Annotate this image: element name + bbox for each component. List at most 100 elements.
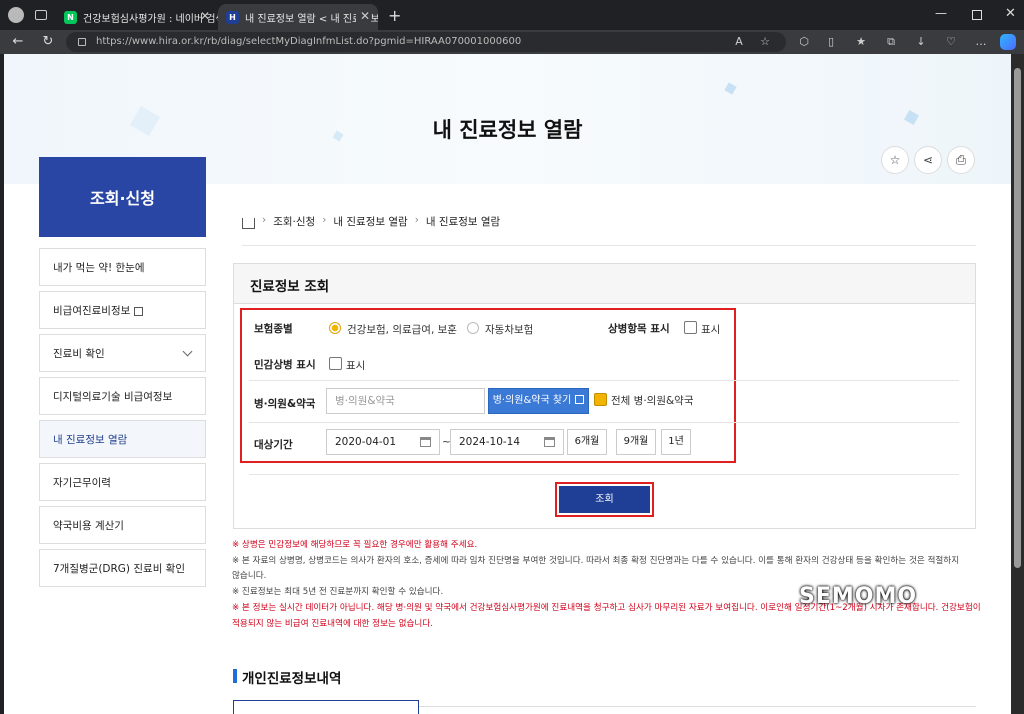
- minimize-icon[interactable]: —: [935, 6, 947, 20]
- period-label: 대상기간: [254, 439, 293, 451]
- sidebar-item-label: 진료비 확인: [53, 347, 105, 360]
- sidebar-item-work-history[interactable]: 자기근무이력: [39, 463, 206, 501]
- calendar-icon[interactable]: [420, 437, 431, 447]
- tab-label: 건강보험심사평가원 : 네이버 검색: [83, 13, 218, 25]
- sidebar-item-my-medicine[interactable]: 내가 먹는 약! 한눈에: [39, 248, 206, 286]
- profile-avatar[interactable]: [8, 7, 24, 23]
- new-tab-icon[interactable]: +: [388, 6, 401, 25]
- sensitive-display-text[interactable]: 표시: [346, 358, 365, 373]
- sensitive-disease-label: 민감상병 표시: [254, 359, 316, 371]
- hospital-search-label: 병·의원&약국 찾기: [492, 395, 572, 406]
- new-window-icon: [134, 306, 144, 316]
- sidebar-item-medical-fee[interactable]: 진료비 확인: [39, 334, 206, 372]
- menu-more-icon[interactable]: …: [972, 33, 990, 51]
- disease-display-checkbox[interactable]: [684, 321, 697, 334]
- breadcrumb-item[interactable]: 내 진료정보 열람: [426, 214, 500, 229]
- url-field[interactable]: https://www.hira.or.kr/rb/diag/selectMyD…: [66, 32, 786, 52]
- reload-icon[interactable]: ↻: [39, 33, 57, 51]
- sidebar-item-label: 디지털의료기술 비급여정보: [53, 390, 173, 403]
- url-text: https://www.hira.or.kr/rb/diag/selectMyD…: [96, 36, 522, 47]
- favorite-star-icon[interactable]: ☆: [756, 33, 774, 51]
- insurance-radio-auto[interactable]: [467, 322, 479, 334]
- form-divider: [249, 380, 959, 381]
- sidebar-header: 조회·신청: [39, 157, 206, 237]
- lock-icon: [78, 38, 86, 46]
- sidebar-header-text: 조회·신청: [90, 189, 155, 208]
- scrollbar-thumb[interactable]: [1014, 68, 1021, 568]
- copilot-icon[interactable]: [1000, 34, 1016, 50]
- results-tab-active[interactable]: [233, 700, 419, 714]
- sensitive-disease-checkbox[interactable]: [329, 357, 342, 370]
- back-icon[interactable]: ←: [9, 33, 27, 51]
- sidebar-item-label: 내가 먹는 약! 한눈에: [53, 261, 145, 274]
- insurance-radio-health[interactable]: [329, 322, 341, 334]
- results-tab-line: [419, 706, 976, 707]
- split-screen-icon[interactable]: ▯: [822, 33, 840, 51]
- query-panel-header: [234, 264, 975, 304]
- address-bar-row: ← ↻ https://www.hira.or.kr/rb/diag/selec…: [0, 30, 1024, 54]
- read-aloud-icon[interactable]: A: [730, 33, 748, 51]
- page-viewport: 내 진료정보 열람 ☆ ⋖ ⎙ 조회·신청 내가 먹는 약! 한눈에 비급여진료…: [4, 54, 1011, 714]
- home-icon[interactable]: [242, 218, 255, 229]
- extensions-icon[interactable]: ⬡: [795, 33, 813, 51]
- section-title: 진료정보 조회: [250, 279, 330, 295]
- browser-tab-bar: N 건강보험심사평가원 : 네이버 검색 ✕ H 내 진료정보 열람 < 내 진…: [0, 0, 1024, 30]
- sidebar-item-digital-tech[interactable]: 디지털의료기술 비급여정보: [39, 377, 206, 415]
- period-6-months-button[interactable]: 6개월: [567, 429, 607, 455]
- naver-favicon-icon: N: [64, 10, 77, 24]
- sidebar-item-my-records[interactable]: 내 진료정보 열람: [39, 420, 206, 458]
- print-button[interactable]: ⎙: [947, 146, 975, 174]
- favorites-icon[interactable]: ★: [852, 33, 870, 51]
- tab-hira-diag[interactable]: H 내 진료정보 열람 < 내 진료정보 열람 ✕: [218, 4, 378, 30]
- close-tab-icon[interactable]: ✕: [355, 9, 370, 23]
- period-9-months-button[interactable]: 9개월: [616, 429, 656, 455]
- form-divider: [249, 422, 959, 423]
- sidebar-item-pharmacy-calc[interactable]: 약국비용 계산기: [39, 506, 206, 544]
- sidebar-item-label: 비급여진료비정보: [53, 304, 131, 317]
- insurance-option-auto-label[interactable]: 자동차보험: [485, 322, 533, 337]
- chevron-down-icon: [182, 346, 193, 357]
- maximize-icon[interactable]: [972, 10, 982, 20]
- close-tab-icon[interactable]: ✕: [200, 9, 210, 23]
- insurance-type-label: 보험종별: [254, 323, 293, 335]
- vertical-scrollbar[interactable]: [1011, 54, 1024, 714]
- form-divider: [249, 474, 959, 475]
- note-diagnosis-cont: 않습니다.: [232, 571, 267, 581]
- page-title: 내 진료정보 열람: [432, 118, 583, 142]
- note-sensitive: ※ 상병은 민감정보에 해당하므로 꼭 필요한 경우에만 활용해 주세요.: [232, 540, 478, 550]
- note-diagnosis: ※ 본 자료의 상병명, 상병코드는 의사가 환자의 호소, 증세에 따라 임차…: [232, 556, 960, 566]
- calendar-icon[interactable]: [544, 437, 555, 447]
- tab-naver-search[interactable]: N 건강보험심사평가원 : 네이버 검색 ✕: [56, 4, 218, 30]
- tab-actions-icon[interactable]: [35, 10, 47, 20]
- sidebar-item-label: 자기근무이력: [53, 476, 111, 489]
- period-1-year-button[interactable]: 1년: [661, 429, 691, 455]
- sidebar-item-label: 내 진료정보 열람: [53, 433, 128, 446]
- breadcrumb: › 조회·신청 › 내 진료정보 열람 › 내 진료정보 열람: [242, 214, 976, 246]
- new-window-icon: [575, 395, 585, 404]
- hospital-search-button[interactable]: 병·의원&약국 찾기: [488, 388, 589, 414]
- downloads-icon[interactable]: ↓: [912, 33, 930, 51]
- disease-display-text[interactable]: 표시: [701, 322, 720, 337]
- hospital-label: 병·의원&약국: [254, 398, 316, 410]
- sidebar-item-drg[interactable]: 7개질병군(DRG) 진료비 확인: [39, 549, 206, 587]
- favorite-star-button[interactable]: ☆: [881, 146, 909, 174]
- share-button[interactable]: ⋖: [914, 146, 942, 174]
- breadcrumb-item[interactable]: 조회·신청: [273, 214, 315, 229]
- note-realtime-cont: 적용되지 않는 비급여 진료내역에 대한 정보는 없습니다.: [232, 619, 433, 629]
- breadcrumb-item[interactable]: 내 진료정보 열람: [333, 214, 407, 229]
- deco-hexagon: [724, 82, 737, 95]
- query-button[interactable]: 조회: [559, 486, 650, 513]
- hospital-input[interactable]: 병·의원&약국: [326, 388, 485, 414]
- all-hospitals-checkbox[interactable]: [594, 393, 607, 406]
- health-icon[interactable]: ♡: [942, 33, 960, 51]
- breadcrumb-separator: ›: [322, 214, 327, 226]
- sidebar-item-non-covered[interactable]: 비급여진료비정보: [39, 291, 206, 329]
- breadcrumb-separator: ›: [262, 214, 267, 226]
- disease-display-label: 상병항목 표시: [608, 323, 670, 335]
- collections-icon[interactable]: ⧉: [882, 33, 900, 51]
- close-window-icon[interactable]: ✕: [1005, 6, 1016, 21]
- all-hospitals-label[interactable]: 전체 병·의원&약국: [611, 393, 693, 408]
- hira-favicon-icon: H: [226, 10, 239, 24]
- results-section-bar: [233, 669, 237, 683]
- insurance-option-health-label[interactable]: 건강보험, 의료급여, 보훈: [347, 322, 457, 337]
